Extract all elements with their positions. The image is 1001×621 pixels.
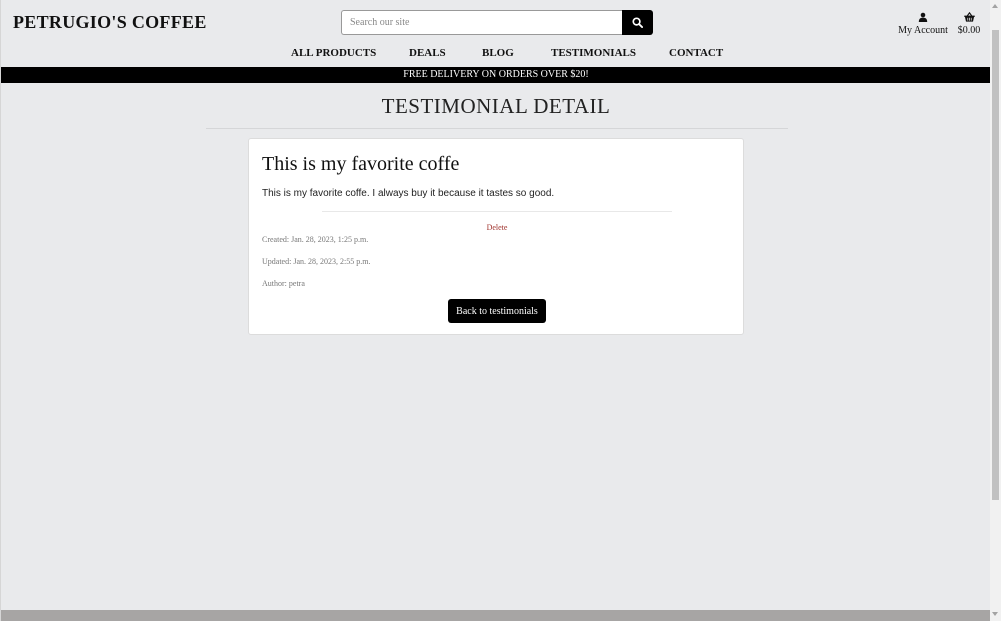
testimonial-body: This is my favorite coffe. I always buy … bbox=[262, 188, 555, 199]
search-form bbox=[341, 10, 653, 35]
nav-deals[interactable]: DEALS bbox=[409, 47, 446, 59]
scroll-thumb[interactable] bbox=[992, 30, 999, 500]
search-icon bbox=[632, 17, 643, 28]
heading-divider bbox=[206, 128, 788, 129]
user-icon bbox=[918, 12, 928, 22]
search-button[interactable] bbox=[622, 10, 653, 35]
updated-date: Updated: Jan. 28, 2023, 2:55 p.m. bbox=[262, 257, 371, 266]
back-to-testimonials-button[interactable]: Back to testimonials bbox=[448, 299, 546, 323]
nav-all-products[interactable]: ALL PRODUCTS bbox=[291, 47, 376, 59]
author-label: Author: petra bbox=[262, 279, 305, 288]
footer bbox=[1, 610, 991, 621]
card-divider bbox=[322, 211, 672, 212]
my-account-label: My Account bbox=[898, 25, 948, 36]
testimonial-title: This is my favorite coffe bbox=[262, 153, 460, 175]
my-account-link[interactable]: My Account bbox=[894, 10, 952, 36]
bag-total: $0.00 bbox=[957, 25, 981, 36]
nav-blog[interactable]: BLOG bbox=[482, 47, 514, 59]
scroll-up-arrow-icon[interactable] bbox=[992, 4, 998, 8]
page: PETRUGIO'S COFFEE My Account bbox=[0, 0, 991, 621]
testimonial-card: This is my favorite coffe This is my fav… bbox=[248, 138, 744, 335]
delivery-banner: FREE DELIVERY ON ORDERS OVER $20! bbox=[1, 67, 991, 83]
page-title: TESTIMONIAL DETAIL bbox=[381, 94, 611, 118]
nav-testimonials[interactable]: TESTIMONIALS bbox=[551, 47, 636, 59]
main-nav: ALL PRODUCTS DEALS BLOG TESTIMONIALS CON… bbox=[1, 47, 991, 61]
created-date: Created: Jan. 28, 2023, 1:25 p.m. bbox=[262, 235, 369, 244]
delete-link[interactable]: Delete bbox=[249, 223, 745, 232]
shopping-bag-link[interactable]: $0.00 bbox=[954, 10, 984, 36]
nav-contact[interactable]: CONTACT bbox=[669, 47, 723, 59]
scroll-down-arrow-icon[interactable] bbox=[992, 612, 998, 616]
vertical-scrollbar[interactable] bbox=[990, 0, 1001, 621]
search-input[interactable] bbox=[341, 10, 622, 35]
brand-logo[interactable]: PETRUGIO'S COFFEE bbox=[13, 12, 207, 33]
basket-icon bbox=[963, 11, 975, 22]
